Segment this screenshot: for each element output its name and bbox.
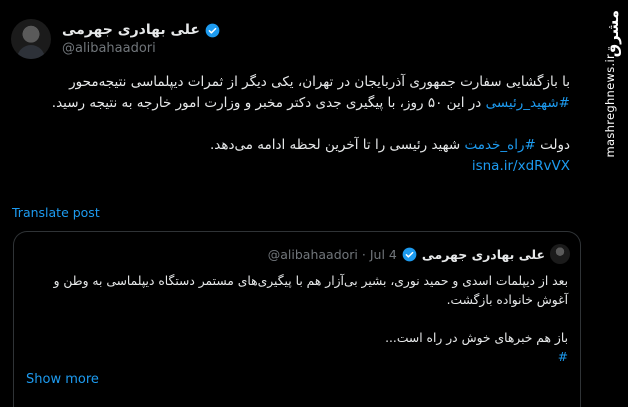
verified-badge-icon bbox=[402, 247, 417, 261]
hashtag-link[interactable]: #شهید_رئیسی bbox=[486, 95, 570, 111]
tweet-body: با بازگشایی سفارت جمهوری آذربایجان در ته… bbox=[10, 72, 570, 177]
tweet-line-2: #شهید_رئیسی در این ۵۰ روز، با پیگیری جدی… bbox=[10, 93, 570, 114]
author-name-row: علی بهادری جهرمی bbox=[62, 22, 220, 38]
verified-badge-icon bbox=[205, 23, 220, 37]
quote-author-name: علی بهادری جهرمی bbox=[421, 246, 545, 262]
author-block: علی بهادری جهرمی @alibahaadori bbox=[62, 22, 220, 56]
quote-date: Jul 4 bbox=[369, 246, 397, 262]
watermark-strip: مشرق mashreghnews.ir bbox=[590, 0, 628, 406]
quoted-tweet[interactable]: علی بهادری جهرمی @alibahaadori · Jul 4 ب… bbox=[13, 231, 581, 407]
tweet-line-3-start: دولت bbox=[535, 137, 570, 153]
external-link[interactable]: isna.ir/xdRvVX bbox=[10, 156, 570, 177]
quote-paragraph-1: بعد از دیپلمات اسدی و حمید نوری، بشیر بی… bbox=[53, 274, 568, 307]
author-name[interactable]: علی بهادری جهرمی bbox=[62, 22, 200, 38]
quote-body: بعد از دیپلمات اسدی و حمید نوری، بشیر بی… bbox=[28, 272, 568, 367]
watermark-logo: مشرق bbox=[604, 10, 622, 58]
show-more-button[interactable]: Show more bbox=[26, 372, 99, 387]
hashtag-link[interactable]: #راه_خدمت bbox=[464, 137, 535, 153]
tweet-line-2-text: در این ۵۰ روز، با پیگیری جدی دکتر مخبر و… bbox=[51, 95, 486, 111]
quote-handle: @alibahaadori bbox=[267, 246, 358, 262]
quote-header: علی بهادری جهرمی @alibahaadori · Jul 4 bbox=[268, 244, 570, 264]
quote-author-avatar bbox=[550, 244, 570, 264]
author-handle[interactable]: @alibahaadori bbox=[62, 41, 220, 56]
tweet-line-1: با بازگشایی سفارت جمهوری آذربایجان در ته… bbox=[69, 74, 570, 90]
tweet-line-3: دولت #راه_خدمت شهید رئیسی را تا آخرین لح… bbox=[10, 135, 570, 156]
quote-meta: @alibahaadori · Jul 4 bbox=[268, 247, 397, 262]
author-avatar[interactable] bbox=[11, 19, 51, 59]
quote-hashtag[interactable]: # bbox=[28, 348, 568, 367]
translate-post-button[interactable]: Translate post bbox=[12, 205, 100, 220]
quote-separator: · bbox=[361, 246, 366, 262]
tweet-line-3-text: شهید رئیسی را تا آخرین لحظه ادامه می‌دهد… bbox=[209, 137, 465, 153]
watermark-url: mashreghnews.ir bbox=[603, 54, 617, 158]
quote-paragraph-2: باز هم خبرهای خوش در راه است... bbox=[385, 331, 568, 345]
tweet-card: علی بهادری جهرمی @alibahaadori با بازگشا… bbox=[0, 0, 590, 407]
